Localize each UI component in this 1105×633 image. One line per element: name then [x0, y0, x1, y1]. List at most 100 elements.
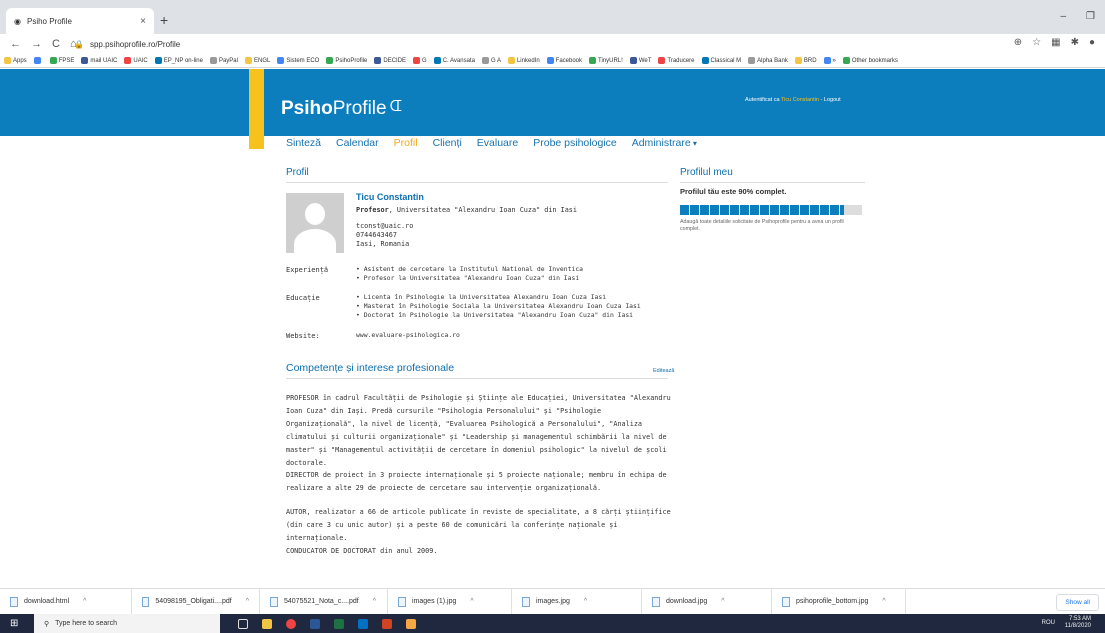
profile-location: Iasi, Romania	[356, 240, 410, 248]
bookmark-item[interactable]: Classical M	[701, 57, 741, 64]
education-list: • Licenta în Psihologie la Universitatea…	[356, 293, 641, 320]
explorer-icon[interactable]	[262, 618, 272, 629]
bookmark-item[interactable]: »	[823, 57, 836, 64]
bookmark-item[interactable]	[33, 57, 43, 64]
bookmark-item[interactable]: ENGL	[244, 57, 270, 64]
app-icon[interactable]	[406, 618, 416, 629]
bookmark-icon	[658, 57, 666, 64]
list-item: • Licenta în Psihologie la Universitatea…	[356, 293, 607, 301]
divider	[680, 182, 865, 183]
windows-start-icon[interactable]: ⊞	[10, 618, 18, 629]
menu-item-profil[interactable]: Profil	[394, 137, 418, 149]
word-icon[interactable]	[310, 618, 320, 629]
forward-icon[interactable]: →	[31, 38, 42, 50]
extension-icon[interactable]: ▦	[1051, 37, 1060, 48]
bookmark-item[interactable]: UAIC	[124, 57, 148, 64]
chevron-up-icon[interactable]: ^	[246, 598, 249, 605]
bookmark-icon	[507, 57, 515, 64]
menu-item-evaluare[interactable]: Evaluare	[477, 137, 518, 149]
bookmark-item[interactable]: Traducere	[658, 57, 695, 64]
bookmark-item[interactable]: DECIDE	[374, 57, 406, 64]
download-item[interactable]: psihoprofile_bottom.jpg ^	[772, 588, 906, 615]
profile-avatar-icon[interactable]: ●	[1089, 37, 1095, 48]
bookmark-icon	[33, 57, 41, 64]
bookmark-icon	[4, 57, 11, 64]
bookmark-item[interactable]: LinkedIn	[507, 57, 540, 64]
download-item[interactable]: download.jpg ^	[642, 588, 772, 615]
lock-icon: 🔒	[74, 39, 84, 49]
new-tab-button[interactable]: +	[160, 12, 168, 28]
maximize-button[interactable]: ❐	[1086, 11, 1095, 22]
bookmark-item[interactable]: PayPal	[209, 57, 238, 64]
powerpoint-icon[interactable]	[382, 618, 392, 629]
bookmark-item[interactable]: WeT	[629, 57, 651, 64]
bookmark-item[interactable]: PsihoProfile	[326, 57, 367, 64]
reload-icon[interactable]: C	[52, 38, 60, 50]
profile-hint: Adaugă toate detaliile solicitate de Psi…	[680, 219, 844, 232]
download-item[interactable]: images.jpg ^	[512, 588, 642, 615]
menu-item-clien-i[interactable]: Clienți	[433, 137, 462, 149]
menu-item-calendar[interactable]: Calendar	[336, 137, 379, 149]
close-tab-icon[interactable]: ×	[140, 16, 146, 27]
taskbar-search[interactable]: ⚲ Type here to search	[34, 614, 220, 633]
bookmark-item[interactable]: Apps	[4, 57, 27, 64]
chrome-icon[interactable]	[286, 618, 296, 629]
bookmark-item[interactable]: G A	[481, 57, 501, 64]
download-item[interactable]: download.html ^	[0, 588, 132, 615]
logout-link[interactable]: Logout	[824, 97, 841, 103]
chevron-up-icon[interactable]: ^	[83, 598, 86, 605]
bookmark-item[interactable]: BRD	[794, 57, 817, 64]
download-item[interactable]: 54075521_Nota_c....pdf ^	[260, 588, 388, 615]
bookmark-icon	[433, 57, 441, 64]
bookmark-item[interactable]: Other bookmarks	[842, 57, 898, 64]
address-bar[interactable]: spp.psihoprofile.ro/Profile	[90, 40, 180, 49]
outlook-icon[interactable]	[358, 618, 368, 629]
puzzle-icon[interactable]: ✱	[1071, 37, 1079, 48]
education-label: Educație	[286, 294, 320, 302]
auth-user-link[interactable]: Ticu Constantin	[781, 97, 819, 103]
bookmark-item[interactable]: C. Avansata	[433, 57, 475, 64]
profile-name[interactable]: Ticu Constantin	[356, 192, 424, 202]
skills-paragraph: DIRECTOR de proiect în 3 proiecte intern…	[286, 471, 667, 492]
menu-item-administrare[interactable]: Administrare	[632, 137, 697, 149]
chevron-up-icon[interactable]: ^	[584, 598, 587, 605]
task-view-icon[interactable]	[238, 618, 248, 629]
chevron-up-icon[interactable]: ^	[470, 598, 473, 605]
chevron-up-icon[interactable]: ^	[882, 598, 885, 605]
bookmark-item[interactable]: TinyURL!	[589, 57, 623, 64]
star-icon[interactable]: ☆	[1032, 37, 1041, 48]
progress-fill	[680, 205, 844, 215]
main-menu: Sinteză Calendar Profil Clienți Evaluare Prob…	[286, 137, 697, 149]
search-icon: ⚲	[44, 620, 50, 628]
browser-tab[interactable]: ◉ Psiho Profile ×	[6, 8, 154, 34]
download-item[interactable]: 54098195_Obligati....pdf ^	[132, 588, 260, 615]
bookmark-item[interactable]: FPSE	[49, 57, 74, 64]
back-icon[interactable]: ←	[10, 38, 21, 50]
website-link[interactable]: www.evaluare-psihologica.ro	[356, 331, 460, 340]
edit-link[interactable]: Editează	[653, 368, 674, 374]
bookmark-icon	[81, 57, 89, 64]
bookmark-item[interactable]: Sistem ECO	[277, 57, 319, 64]
bookmark-item[interactable]: mail UAIC	[81, 57, 117, 64]
file-icon	[522, 596, 530, 607]
menu-item-probe-psihologice[interactable]: Probe psihologice	[533, 137, 616, 149]
show-all-button[interactable]: Show all	[1056, 594, 1099, 611]
browser-toolbar: ← → C ⌂ 🔒 spp.psihoprofile.ro/Profile ⊕ …	[0, 34, 1105, 54]
bookmark-item[interactable]: Facebook	[546, 57, 582, 64]
divider	[286, 182, 668, 183]
bookmark-item[interactable]: Alpha Bank	[748, 57, 788, 64]
bookmark-item[interactable]: G	[413, 57, 427, 64]
excel-icon[interactable]	[334, 618, 344, 629]
chevron-up-icon[interactable]: ^	[373, 598, 376, 605]
chevron-up-icon[interactable]: ^	[721, 598, 724, 605]
zoom-icon[interactable]: ⊕	[1014, 37, 1022, 48]
language-indicator[interactable]: ROU	[1042, 620, 1055, 626]
experience-list: • Asistent de cercetare la Institutul Na…	[356, 265, 583, 283]
site-logo[interactable]: PsihoProfile ᗭ	[281, 98, 402, 120]
downloads-bar: download.html ^ 54098195_Obligati....pdf ^ 5…	[0, 588, 1105, 615]
download-item[interactable]: images (1).jpg ^	[388, 588, 512, 615]
minimize-button[interactable]: –	[1060, 11, 1066, 22]
clock[interactable]: 7:53 AM 11/8/2020	[1065, 616, 1091, 630]
bookmark-item[interactable]: EP_NP on-line	[154, 57, 203, 64]
menu-item-sintez-[interactable]: Sinteză	[286, 137, 321, 149]
